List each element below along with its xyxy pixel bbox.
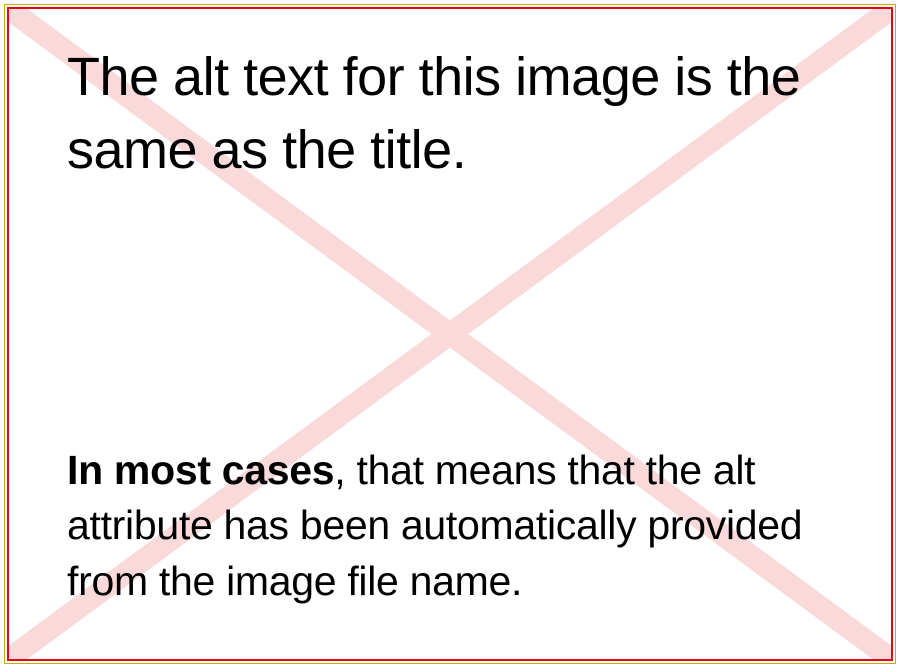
primary-message: The alt text for this image is the same … bbox=[67, 41, 833, 187]
secondary-message-emphasis: In most cases bbox=[67, 447, 334, 493]
content-area: The alt text for this image is the same … bbox=[9, 9, 891, 659]
secondary-message: In most cases, that means that the alt a… bbox=[67, 443, 833, 619]
